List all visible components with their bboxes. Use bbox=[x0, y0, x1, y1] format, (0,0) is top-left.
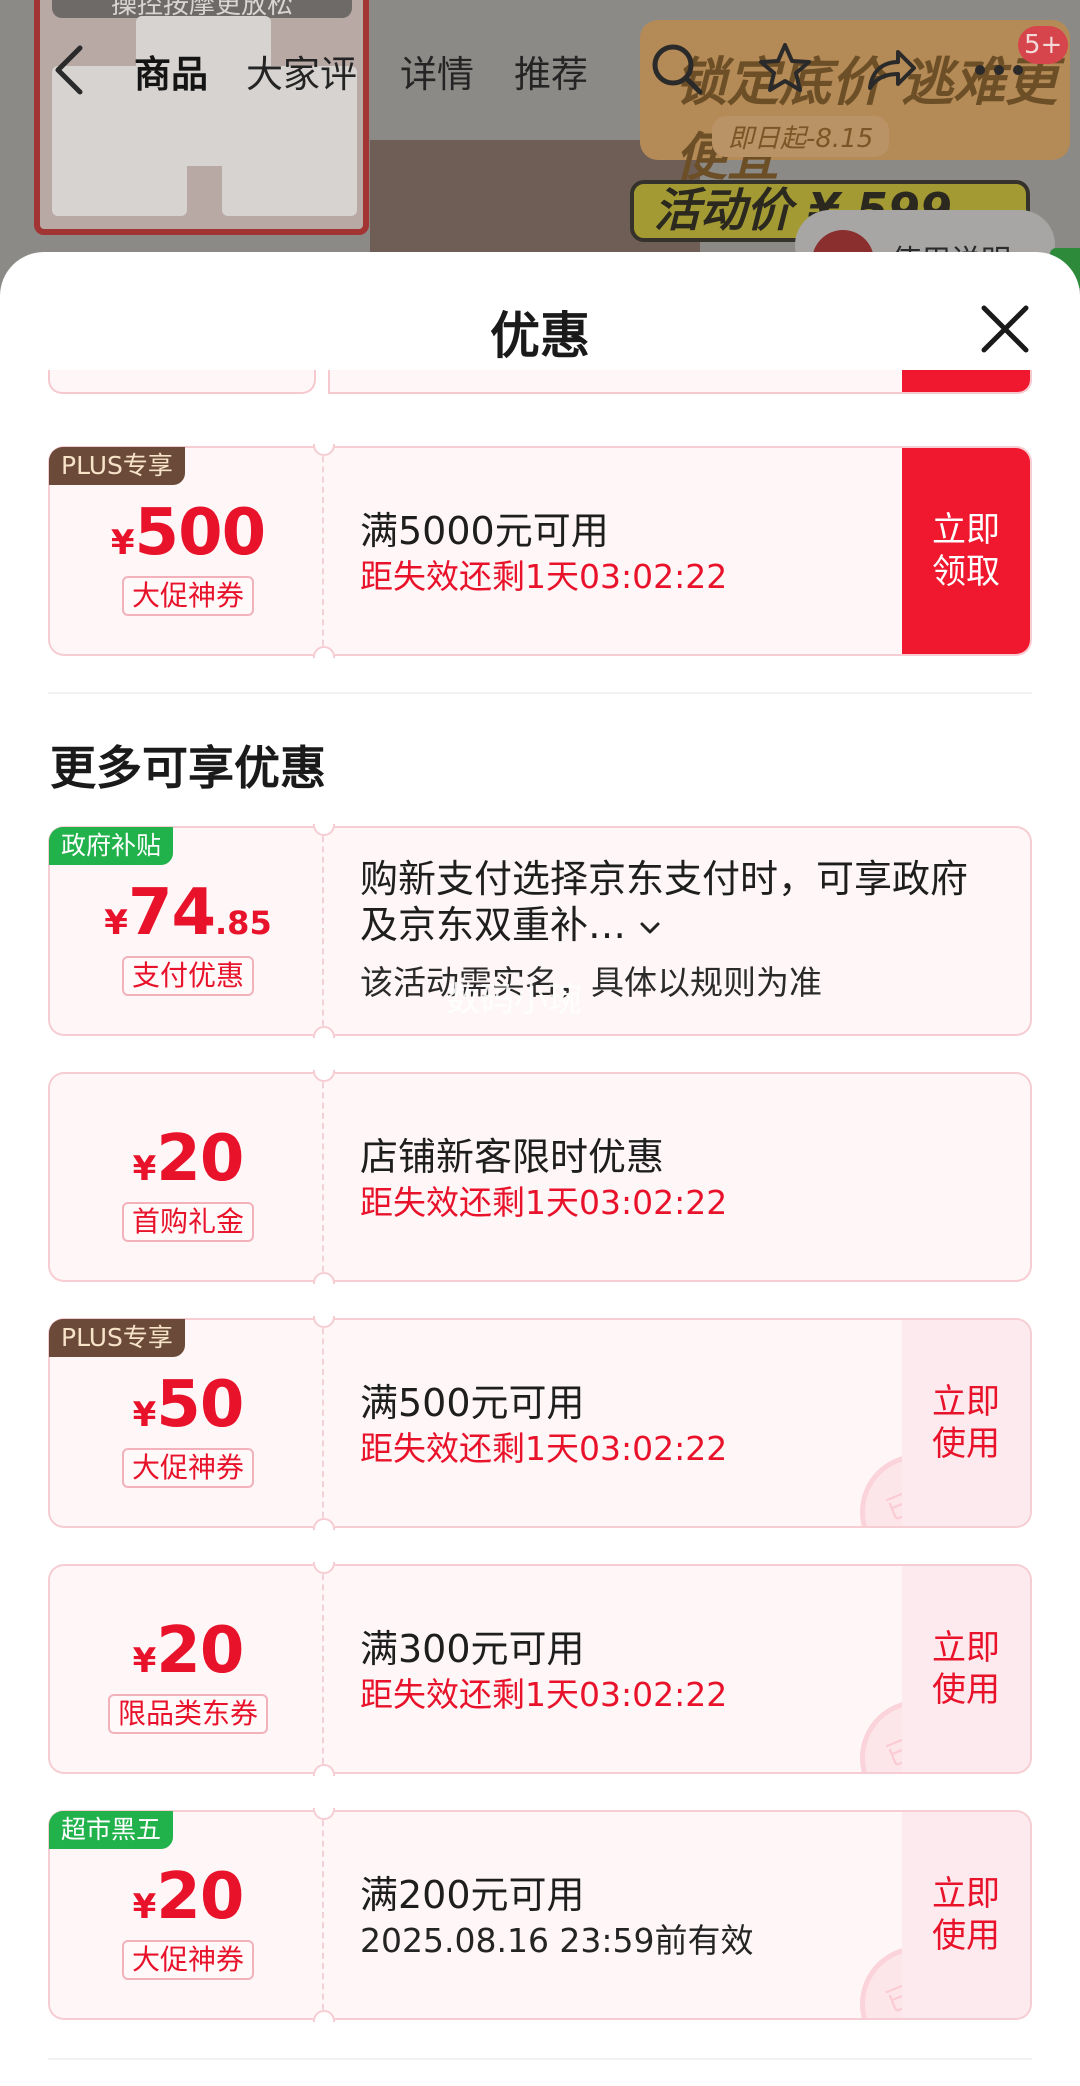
coupon-amount: ¥20 bbox=[50, 1122, 326, 1196]
close-icon[interactable] bbox=[976, 300, 1034, 358]
coupon-amount: ¥500 bbox=[50, 496, 326, 570]
coupon-countdown: 距失效还剩1天03:02:22 bbox=[360, 1675, 728, 1714]
coupon-description-text: 购新支付选择京东支付时，可享政府及京东双重补… bbox=[360, 857, 969, 947]
coupon-card: PLUS专享 ¥50 大促神券 满500元可用 距失效还剩1天03:02:22 … bbox=[48, 1316, 1032, 1530]
currency-symbol: ¥ bbox=[132, 1887, 157, 1927]
use-now-button-label: 立即 使用 bbox=[932, 1628, 1000, 1710]
coupon-info-area: 满300元可用 距失效还剩1天03:02:22 已领 立即 使用 bbox=[324, 1564, 1032, 1774]
coupon-countdown: 距失效还剩1天03:02:22 bbox=[360, 1429, 728, 1468]
claim-button-label: 立即 领取 bbox=[932, 510, 1000, 592]
coupon-value-area: PLUS专享 ¥500 大促神券 bbox=[48, 446, 324, 656]
coupon-condition: 满500元可用 bbox=[360, 1381, 585, 1425]
coupon-amount-value: 50 bbox=[156, 1368, 244, 1442]
currency-symbol: ¥ bbox=[110, 523, 135, 563]
use-now-button[interactable]: 立即 使用 bbox=[902, 1320, 1030, 1526]
coupon-expiry: 2025.08.16 23:59前有效 bbox=[360, 1921, 754, 1960]
coupon-type-label: 支付优惠 bbox=[121, 956, 254, 996]
top-navigation-bar: 商品 大家评 详情 推荐 5+ bbox=[0, 0, 1080, 145]
coupon-type-label: 限品类东券 bbox=[107, 1694, 268, 1734]
coupon-value-area: PLUS专享 ¥50 大促神券 bbox=[48, 1318, 324, 1528]
coupon-card: 超市黑五 ¥20 大促神券 满200元可用 2025.08.16 23:59前有… bbox=[48, 1808, 1032, 2022]
use-now-button-label: 立即 使用 bbox=[932, 1874, 1000, 1956]
coupon-amount: ¥20 bbox=[50, 1860, 326, 1934]
back-icon[interactable] bbox=[50, 42, 90, 98]
tab-product[interactable]: 商品 bbox=[134, 44, 208, 98]
coupon-value-area: 政府补贴 ¥74.85 支付优惠 bbox=[48, 826, 324, 1036]
coupon-tag: PLUS专享 bbox=[49, 1319, 185, 1357]
coupon-amount: ¥74.85 bbox=[50, 876, 326, 950]
coupon-info-area: 购新支付选择京东支付时，可享政府及京东双重补… 该活动需实名，具体以规则为准 bbox=[324, 826, 1032, 1036]
coupon-condition: 满300元可用 bbox=[360, 1627, 585, 1671]
coupon-info-area: 满5000元可用 距失效还剩1天03:02:22 立即 领取 bbox=[324, 446, 1032, 656]
coupon-condition: 店铺新客限时优惠 bbox=[360, 1135, 665, 1179]
coupon-amount-value: 500 bbox=[134, 496, 267, 570]
coupon-card: ¥20 首购礼金 店铺新客限时优惠 距失效还剩1天03:02:22 bbox=[48, 1070, 1032, 1284]
coupon-countdown: 距失效还剩1天03:02:22 bbox=[360, 1183, 728, 1222]
coupon-tag: 政府补贴 bbox=[49, 827, 174, 865]
coupon-description[interactable]: 购新支付选择京东支付时，可享政府及京东双重补… bbox=[360, 856, 1000, 948]
coupon-card: ¥20 限品类东券 满300元可用 距失效还剩1天03:02:22 已领 立即 … bbox=[48, 1562, 1032, 1776]
previous-coupon-left bbox=[48, 370, 316, 394]
coupon-condition: 满200元可用 bbox=[360, 1873, 585, 1917]
coupon-info-area: 满500元可用 距失效还剩1天03:02:22 已领 立即 使用 bbox=[324, 1318, 1032, 1528]
currency-symbol: ¥ bbox=[132, 1395, 157, 1435]
coupon-info-area: 满200元可用 2025.08.16 23:59前有效 已领 立即 使用 bbox=[324, 1810, 1032, 2020]
star-icon[interactable] bbox=[756, 40, 814, 98]
coupon-info-area: 店铺新客限时优惠 距失效还剩1天03:02:22 bbox=[324, 1072, 1032, 1282]
watermark-text: 数码小琬 bbox=[446, 980, 582, 1020]
coupon-value-area: ¥20 限品类东券 bbox=[48, 1564, 324, 1774]
coupon-tag: PLUS专享 bbox=[49, 447, 185, 485]
coupon-note: 该活动需实名，具体以规则为准 bbox=[360, 963, 822, 1002]
coupon-type-label: 大促神券 bbox=[121, 576, 254, 616]
share-icon[interactable] bbox=[862, 40, 920, 98]
currency-symbol: ¥ bbox=[132, 1641, 157, 1681]
bottom-divider bbox=[48, 2058, 1032, 2060]
chevron-down-icon[interactable] bbox=[638, 920, 662, 936]
previous-coupon-right bbox=[328, 370, 1032, 394]
tab-recommend[interactable]: 推荐 bbox=[514, 44, 588, 98]
coupon-amount-decimal: .85 bbox=[215, 904, 272, 942]
use-now-button[interactable]: 立即 使用 bbox=[902, 1812, 1030, 2018]
coupon-sheet: 优惠 PLUS专享 ¥500 大促神券 满5000元可用 距失效还剩1天03:0… bbox=[0, 252, 1080, 2086]
tab-reviews[interactable]: 大家评 bbox=[246, 44, 357, 98]
coupon-type-label: 首购礼金 bbox=[121, 1202, 254, 1242]
coupon-amount-value: 20 bbox=[156, 1122, 244, 1196]
currency-symbol: ¥ bbox=[132, 1149, 157, 1189]
coupon-amount-value: 20 bbox=[156, 1860, 244, 1934]
tab-details[interactable]: 详情 bbox=[400, 44, 474, 98]
coupon-amount: ¥20 bbox=[50, 1614, 326, 1688]
coupon-type-label: 大促神券 bbox=[121, 1940, 254, 1980]
coupon-amount: ¥50 bbox=[50, 1368, 326, 1442]
coupon-tag: 超市黑五 bbox=[49, 1811, 174, 1849]
search-icon[interactable] bbox=[648, 40, 706, 98]
coupon-value-area: ¥20 首购礼金 bbox=[48, 1072, 324, 1282]
section-title-more-offers: 更多可享优惠 bbox=[50, 741, 326, 795]
currency-symbol: ¥ bbox=[104, 903, 128, 943]
claim-button[interactable]: 立即 领取 bbox=[902, 448, 1030, 654]
coupon-value-area: 超市黑五 ¥20 大促神券 bbox=[48, 1810, 324, 2020]
use-now-button[interactable]: 立即 使用 bbox=[902, 1566, 1030, 1772]
coupon-countdown: 距失效还剩1天03:02:22 bbox=[360, 557, 728, 596]
coupon-type-label: 大促神券 bbox=[121, 1448, 254, 1488]
sheet-title: 优惠 bbox=[490, 307, 590, 365]
notification-badge: 5+ bbox=[1018, 26, 1069, 64]
coupon-amount-value: 74 bbox=[127, 876, 216, 950]
section-divider bbox=[48, 692, 1032, 694]
use-now-button-label: 立即 使用 bbox=[932, 1382, 1000, 1464]
coupon-condition: 满5000元可用 bbox=[360, 509, 609, 553]
coupon-amount-value: 20 bbox=[156, 1614, 244, 1688]
coupon-card: PLUS专享 ¥500 大促神券 满5000元可用 距失效还剩1天03:02:2… bbox=[48, 444, 1032, 658]
